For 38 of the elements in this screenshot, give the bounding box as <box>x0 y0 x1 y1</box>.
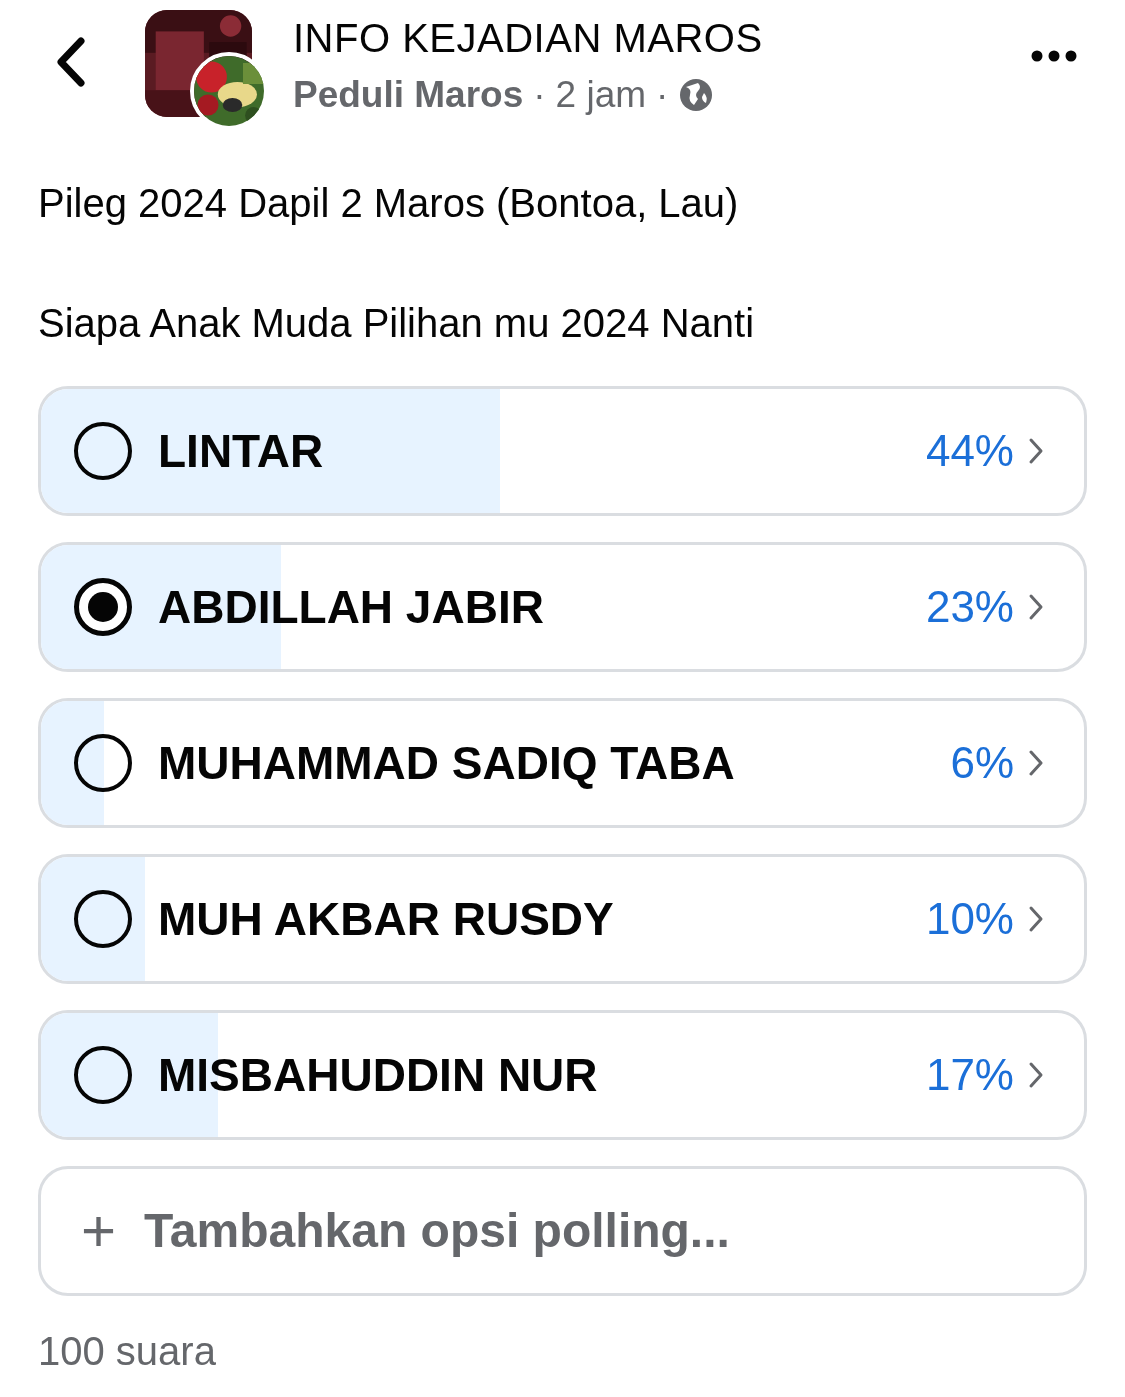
globe-icon <box>678 77 715 113</box>
radio-button[interactable] <box>74 734 132 792</box>
chevron-right-icon[interactable] <box>1028 905 1044 933</box>
option-label: MUHAMMAD SADIQ TABA <box>158 735 735 791</box>
separator: · <box>656 73 669 117</box>
group-title[interactable]: INFO KEJADIAN MAROS <box>293 10 763 66</box>
option-label: ABDILLAH JABIR <box>158 579 544 635</box>
vote-percent: 17% <box>925 1049 1014 1101</box>
option-label: MISBAHUDDIN NUR <box>158 1047 598 1103</box>
plus-icon: + <box>81 1201 117 1261</box>
vote-percent: 10% <box>925 893 1014 945</box>
vote-percent: 44% <box>925 425 1014 477</box>
add-option-field[interactable]: + Tambahkan opsi polling... <box>38 1166 1087 1296</box>
option-label: MUH AKBAR RUSDY <box>158 891 614 947</box>
chevron-right-icon[interactable] <box>1028 437 1044 465</box>
vote-percent: 23% <box>925 581 1014 633</box>
post-text: Siapa Anak Muda Pilihan mu 2024 Nanti <box>38 300 755 347</box>
separator: · <box>533 73 546 117</box>
poll-option[interactable]: LINTAR 44% <box>38 386 1087 516</box>
author-name[interactable]: Peduli Maros <box>293 69 524 121</box>
post-text: Pileg 2024 Dapil 2 Maros (Bontoa, Lau) <box>38 180 740 227</box>
radio-button[interactable] <box>74 1046 132 1104</box>
poll-option[interactable]: ABDILLAH JABIR 23% <box>38 542 1087 672</box>
poll-option[interactable]: MUH AKBAR RUSDY 10% <box>38 854 1087 984</box>
radio-button[interactable] <box>74 890 132 948</box>
vote-percent: 6% <box>950 737 1014 789</box>
back-icon[interactable] <box>55 37 87 87</box>
post-time[interactable]: 2 jam <box>555 69 647 121</box>
chevron-right-icon[interactable] <box>1028 749 1044 777</box>
chevron-right-icon[interactable] <box>1028 1061 1044 1089</box>
option-label: LINTAR <box>158 423 324 479</box>
add-option-placeholder: Tambahkan opsi polling... <box>144 1203 730 1259</box>
chevron-right-icon[interactable] <box>1028 593 1044 621</box>
vote-count: 100 suara <box>38 1329 216 1373</box>
radio-button[interactable] <box>74 422 132 480</box>
more-icon[interactable] <box>1031 50 1077 62</box>
poll-option[interactable]: MISBAHUDDIN NUR 17% <box>38 1010 1087 1140</box>
poll-option[interactable]: MUHAMMAD SADIQ TABA 6% <box>38 698 1087 828</box>
